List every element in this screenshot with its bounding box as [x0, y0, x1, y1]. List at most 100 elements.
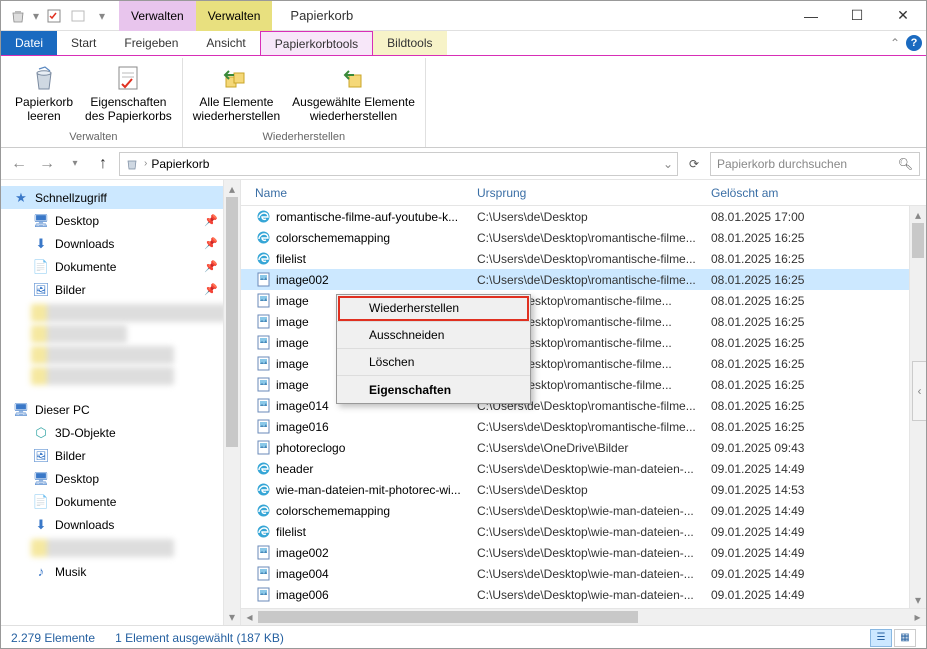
cell-deleted: 08.01.2025 16:25: [705, 378, 865, 392]
ribbon-group-label-verwalten: Verwalten: [69, 130, 117, 145]
qat-expand-icon[interactable]: ▾: [91, 5, 113, 27]
table-row[interactable]: headerC:\Users\de\Desktop\wie-man-dateie…: [241, 458, 926, 479]
download-icon: ⬇: [33, 517, 49, 533]
sidebar-item-redacted[interactable]: [31, 325, 127, 343]
navigation-pane[interactable]: ★ Schnellzugriff 🖥 Desktop📌 ⬇ Downloads📌…: [1, 180, 241, 625]
column-header-deleted[interactable]: Gelöscht am: [705, 186, 865, 200]
breadcrumb-item[interactable]: Papierkorb: [151, 157, 209, 171]
table-row[interactable]: filelistC:\Users\de\Desktop\wie-man-date…: [241, 521, 926, 542]
cell-origin: C:\Users\de\Desktop\wie-man-dateien-...: [471, 588, 705, 602]
minimize-button[interactable]: —: [788, 1, 834, 31]
table-row[interactable]: colorschememappingC:\Users\de\Desktop\wi…: [241, 500, 926, 521]
cell-name: image002: [249, 545, 471, 561]
sidebar-quick-access[interactable]: ★ Schnellzugriff: [1, 186, 240, 209]
context-menu-restore[interactable]: Wiederherstellen: [337, 295, 530, 322]
table-row[interactable]: image002C:\Users\de\Desktop\wie-man-date…: [241, 542, 926, 563]
sidebar-pictures[interactable]: 🖼 Bilder📌: [1, 278, 240, 301]
recycle-bin-icon[interactable]: [7, 5, 29, 27]
restore-selected-icon: [338, 62, 370, 94]
restore-all-button[interactable]: Alle Elemente wiederherstellen: [187, 60, 286, 130]
properties-icon[interactable]: [43, 5, 65, 27]
view-icons-button[interactable]: ▦: [894, 629, 916, 647]
maximize-button[interactable]: ☐: [834, 1, 880, 31]
search-placeholder: Papierkorb durchsuchen: [717, 157, 847, 171]
cell-origin: C:\Users\de\Desktop\wie-man-dateien-...: [471, 504, 705, 518]
nav-forward-button[interactable]: →: [35, 152, 59, 176]
sidebar-item-redacted[interactable]: [31, 539, 174, 557]
nav-up-button[interactable]: ↑: [91, 152, 115, 176]
sidebar-documents[interactable]: 📄 Dokumente📌: [1, 255, 240, 278]
table-row[interactable]: colorschememappingC:\Users\de\Desktop\ro…: [241, 227, 926, 248]
breadcrumb-dropdown-icon[interactable]: ⌄: [663, 157, 673, 171]
sidebar-downloads[interactable]: ⬇ Downloads📌: [1, 232, 240, 255]
tab-start[interactable]: Start: [57, 31, 110, 55]
context-menu-delete[interactable]: Löschen: [337, 349, 530, 376]
refresh-button[interactable]: ⟳: [682, 157, 706, 171]
nav-recent-dropdown[interactable]: ▾: [63, 152, 87, 176]
cell-origin: C:\Users\de\OneDrive\Bilder: [471, 441, 705, 455]
sidebar-item-redacted[interactable]: [31, 367, 174, 385]
empty-recycle-bin-button[interactable]: Papierkorb leeren: [9, 60, 79, 130]
table-row[interactable]: photoreclogoC:\Users\de\OneDrive\Bilder0…: [241, 437, 926, 458]
cell-name: wie-man-dateien-mit-photorec-wi...: [249, 482, 471, 498]
sidebar-pictures-2[interactable]: 🖼 Bilder: [1, 444, 240, 467]
cube-icon: ⬡: [33, 425, 49, 441]
tab-papierkorbtools[interactable]: Papierkorbtools: [260, 31, 373, 55]
nav-back-button[interactable]: ←: [7, 152, 31, 176]
table-row[interactable]: romantische-filme-auf-youtube-k...C:\Use…: [241, 206, 926, 227]
recycle-bin-properties-button[interactable]: Eigenschaften des Papierkorbs: [79, 60, 178, 130]
sidebar-desktop[interactable]: 🖥 Desktop📌: [1, 209, 240, 232]
context-menu-cut[interactable]: Ausschneiden: [337, 322, 530, 349]
tab-freigeben[interactable]: Freigeben: [110, 31, 192, 55]
music-icon: ♪: [33, 564, 49, 580]
cell-origin: C:\Users\de\Desktop\romantische-filme...: [471, 231, 705, 245]
column-header-origin[interactable]: Ursprung: [471, 186, 705, 200]
pictures-icon: 🖼: [33, 282, 49, 298]
qat-dropdown[interactable]: ▾: [31, 5, 41, 27]
new-folder-icon[interactable]: [67, 5, 89, 27]
close-button[interactable]: ✕: [880, 1, 926, 31]
cell-deleted: 09.01.2025 14:49: [705, 588, 865, 602]
restore-selected-button[interactable]: Ausgewählte Elemente wiederherstellen: [286, 60, 421, 130]
image-file-icon: [255, 398, 271, 414]
cell-name: photoreclogo: [249, 440, 471, 456]
tab-ansicht[interactable]: Ansicht: [192, 31, 259, 55]
context-menu-properties[interactable]: Eigenschaften: [337, 376, 530, 403]
table-row[interactable]: filelistC:\Users\de\Desktop\romantische-…: [241, 248, 926, 269]
sidebar-music[interactable]: ♪ Musik: [1, 560, 240, 583]
table-row[interactable]: image004C:\Users\de\Desktop\wie-man-date…: [241, 563, 926, 584]
tab-bildtools[interactable]: Bildtools: [373, 31, 446, 55]
cell-deleted: 08.01.2025 16:25: [705, 399, 865, 413]
sidebar-item-redacted[interactable]: [31, 304, 227, 322]
breadcrumb[interactable]: › Papierkorb ⌄: [119, 152, 678, 176]
sidebar-3d-objects[interactable]: ⬡ 3D-Objekte: [1, 421, 240, 444]
table-row[interactable]: image006C:\Users\de\Desktop\wie-man-date…: [241, 584, 926, 605]
tab-datei[interactable]: Datei: [1, 31, 57, 55]
status-selection: 1 Element ausgewählt (187 KB): [115, 631, 284, 645]
ribbon-collapse-icon[interactable]: ⌃: [890, 36, 900, 50]
help-icon[interactable]: ?: [906, 35, 922, 51]
column-header-name[interactable]: Name: [249, 186, 471, 200]
breadcrumb-chevron-icon[interactable]: ›: [144, 158, 147, 169]
sidebar-scrollbar[interactable]: ▴ ▾: [223, 180, 240, 625]
view-details-button[interactable]: ☰: [870, 629, 892, 647]
table-row[interactable]: image016C:\Users\de\Desktop\romantische-…: [241, 416, 926, 437]
image-file-icon: [255, 545, 271, 561]
recycle-bin-empty-icon: [28, 62, 60, 94]
preview-pane-toggle[interactable]: ‹: [912, 361, 926, 421]
rows-container[interactable]: romantische-filme-auf-youtube-k...C:\Use…: [241, 206, 926, 608]
sidebar-downloads-2[interactable]: ⬇ Downloads: [1, 513, 240, 536]
sidebar-desktop-2[interactable]: 🖥 Desktop: [1, 467, 240, 490]
sidebar-item-redacted[interactable]: [31, 346, 174, 364]
content-h-scrollbar[interactable]: ◂ ▸: [241, 608, 926, 625]
table-row[interactable]: image002C:\Users\de\Desktop\romantische-…: [241, 269, 926, 290]
cell-name: colorschememapping: [249, 503, 471, 519]
sidebar-documents-2[interactable]: 📄 Dokumente: [1, 490, 240, 513]
recycle-bin-small-icon: [124, 156, 140, 172]
edge-file-icon: [255, 461, 271, 477]
sidebar-this-pc[interactable]: 🖥 Dieser PC: [1, 398, 240, 421]
cell-origin: C:\Users\de\Desktop\romantische-filme...: [471, 252, 705, 266]
cell-name: header: [249, 461, 471, 477]
search-input[interactable]: Papierkorb durchsuchen 🔍︎: [710, 152, 920, 176]
table-row[interactable]: wie-man-dateien-mit-photorec-wi...C:\Use…: [241, 479, 926, 500]
